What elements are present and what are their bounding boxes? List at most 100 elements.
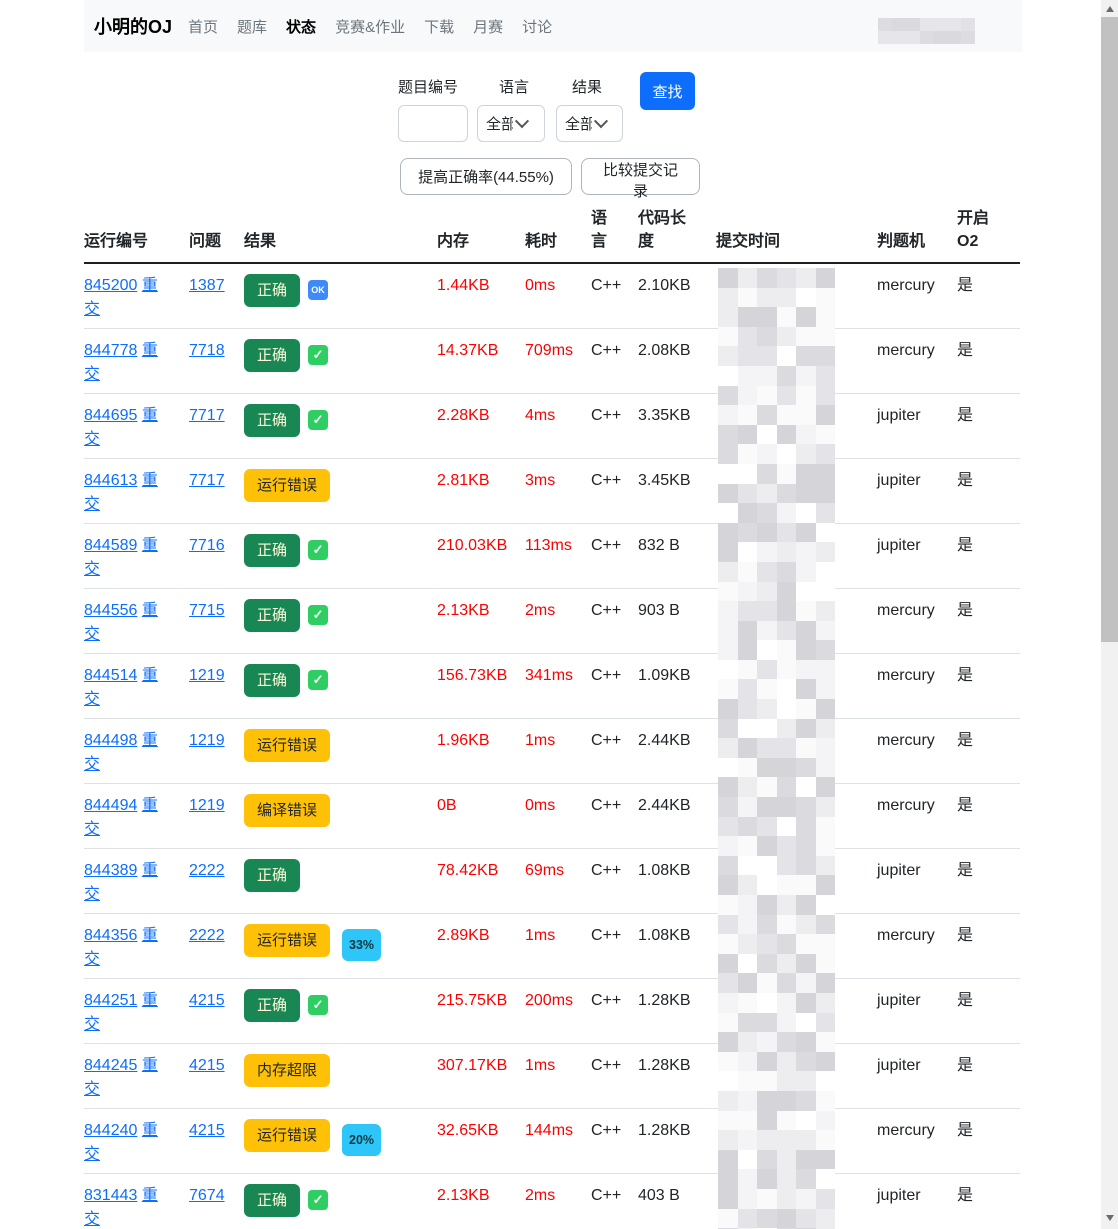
problem-cell: 7717 — [189, 458, 244, 523]
result-cell: 编译错误 — [244, 783, 437, 848]
code-length-cell: 2.10KB — [638, 277, 691, 294]
problem-link[interactable]: 4215 — [189, 1122, 225, 1139]
search-button[interactable]: 查找 — [640, 72, 695, 110]
check-emoji-icon: ✓ — [308, 539, 329, 560]
nav-items: 首页 题库 状态 竞赛&作业 下载 月赛 讨论 — [188, 16, 552, 37]
nav-item-6[interactable]: 讨论 — [522, 19, 552, 36]
run-id-link[interactable]: 844613 — [84, 472, 137, 489]
result-extras: ✓ — [300, 537, 329, 560]
nav-item-3[interactable]: 竞赛&作业 — [335, 19, 405, 36]
code-length-cell: 3.35KB — [638, 406, 691, 424]
check-emoji-icon: ✓ — [308, 409, 329, 430]
scrollbar-thumb[interactable] — [1101, 17, 1118, 642]
run-id-link[interactable]: 845200 — [84, 277, 137, 294]
result-badge: 正确 — [244, 1183, 301, 1217]
scroll-down-icon[interactable] — [1101, 1209, 1118, 1226]
problem-id-input[interactable] — [398, 105, 468, 142]
problem-link[interactable]: 7674 — [189, 1187, 225, 1204]
run-id-link[interactable]: 844498 — [84, 732, 137, 749]
time-cell: 113ms — [525, 536, 572, 554]
table-row: 844356 重交 2222 运行错误 33% 2.89KB 1ms C++ 1.… — [84, 913, 1020, 978]
problem-link[interactable]: 4215 — [189, 1057, 225, 1074]
run-id-link[interactable]: 844389 — [84, 862, 137, 879]
nav-item-2[interactable]: 状态 — [286, 19, 316, 36]
problem-cell: 7674 — [189, 1173, 244, 1229]
problem-link[interactable]: 7718 — [189, 342, 225, 359]
run-id-link[interactable]: 844556 — [84, 602, 137, 619]
run-id-link[interactable]: 844245 — [84, 1057, 137, 1074]
time-cell: 69ms — [525, 861, 565, 879]
code-length-cell: 832 B — [638, 536, 680, 554]
o2-cell: 是 — [957, 341, 974, 359]
run-id-link[interactable]: 844589 — [84, 537, 137, 554]
run-id-cell: 844514 重交 — [84, 653, 189, 718]
scrollbar[interactable] — [1101, 0, 1118, 1229]
problem-link[interactable]: 7717 — [189, 407, 225, 424]
problem-cell: 7718 — [189, 328, 244, 393]
check-emoji-icon: ✓ — [308, 604, 329, 625]
result-extras: 20% — [330, 1122, 382, 1156]
result-badge: 正确 — [244, 338, 301, 372]
scroll-up-icon[interactable] — [1101, 0, 1118, 17]
problem-cell: 2222 — [189, 913, 244, 978]
run-id-link[interactable]: 844356 — [84, 927, 137, 944]
problem-cell: 4215 — [189, 1108, 244, 1173]
language-cell: C++ — [591, 731, 622, 749]
improve-accuracy-button[interactable]: 提高正确率(44.55%) — [400, 158, 572, 195]
run-id-link[interactable]: 831443 — [84, 1187, 137, 1204]
header-o2: 开启O2 — [957, 200, 1020, 264]
problem-cell: 1219 — [189, 783, 244, 848]
code-length-cell: 3.45KB — [638, 471, 691, 489]
result-label: 结果 — [572, 79, 603, 96]
run-id-cell: 844778 重交 — [84, 328, 189, 393]
run-id-link[interactable]: 844695 — [84, 407, 137, 424]
header-result: 结果 — [244, 200, 437, 264]
brand-link[interactable]: 小明的OJ — [94, 13, 172, 39]
result-select[interactable]: 全部 — [556, 105, 623, 142]
language-select[interactable]: 全部 — [477, 105, 545, 142]
compare-submissions-button[interactable]: 比较提交记录 — [581, 158, 700, 200]
run-id-link[interactable]: 844494 — [84, 797, 137, 814]
result-extras: ✓ — [300, 1187, 329, 1210]
problem-cell: 7715 — [189, 588, 244, 653]
chevron-down-icon — [514, 113, 530, 128]
problem-link[interactable]: 7717 — [189, 472, 225, 489]
language-cell: C++ — [591, 1186, 622, 1204]
language-select-value: 全部 — [486, 116, 513, 133]
problem-link[interactable]: 1219 — [189, 667, 225, 684]
o2-cell: 是 — [957, 1121, 974, 1139]
problem-link[interactable]: 1219 — [189, 732, 225, 749]
table-row: 844245 重交 4215 内存超限 307.17KB 1ms C++ 1.2… — [84, 1043, 1020, 1108]
problem-link[interactable]: 1387 — [189, 277, 225, 294]
run-id-link[interactable]: 844778 — [84, 342, 137, 359]
problem-cell: 4215 — [189, 978, 244, 1043]
problem-link[interactable]: 4215 — [189, 992, 225, 1009]
run-id-link[interactable]: 844514 — [84, 667, 137, 684]
memory-cell: 78.42KB — [437, 861, 499, 879]
run-id-link[interactable]: 844240 — [84, 1122, 137, 1139]
time-cell: 3ms — [525, 471, 556, 489]
run-id-link[interactable]: 844251 — [84, 992, 137, 1009]
result-select-value: 全部 — [565, 116, 592, 133]
header-language: 语言 — [591, 200, 638, 264]
nav-item-4[interactable]: 下载 — [424, 19, 454, 36]
code-length-cell: 403 B — [638, 1186, 680, 1204]
problem-link[interactable]: 2222 — [189, 927, 225, 944]
o2-cell: 是 — [957, 861, 974, 879]
result-cell: 正确 ✓ — [244, 588, 437, 653]
nav-item-1[interactable]: 题库 — [237, 19, 267, 36]
header-code-length: 代码长度 — [638, 200, 716, 264]
header-submit-time: 提交时间 — [716, 200, 877, 264]
problem-link[interactable]: 7716 — [189, 537, 225, 554]
time-cell: 2ms — [525, 601, 556, 619]
problem-link[interactable]: 2222 — [189, 862, 225, 879]
judger-cell: jupiter — [877, 1186, 921, 1204]
nav-item-5[interactable]: 月赛 — [473, 19, 503, 36]
time-cell: 0ms — [525, 277, 556, 294]
code-length-cell: 1.28KB — [638, 1056, 691, 1074]
problem-link[interactable]: 7715 — [189, 602, 225, 619]
problem-link[interactable]: 1219 — [189, 797, 225, 814]
nav-item-0[interactable]: 首页 — [188, 19, 218, 36]
header-time: 耗时 — [525, 200, 591, 264]
judger-cell: jupiter — [877, 471, 921, 489]
